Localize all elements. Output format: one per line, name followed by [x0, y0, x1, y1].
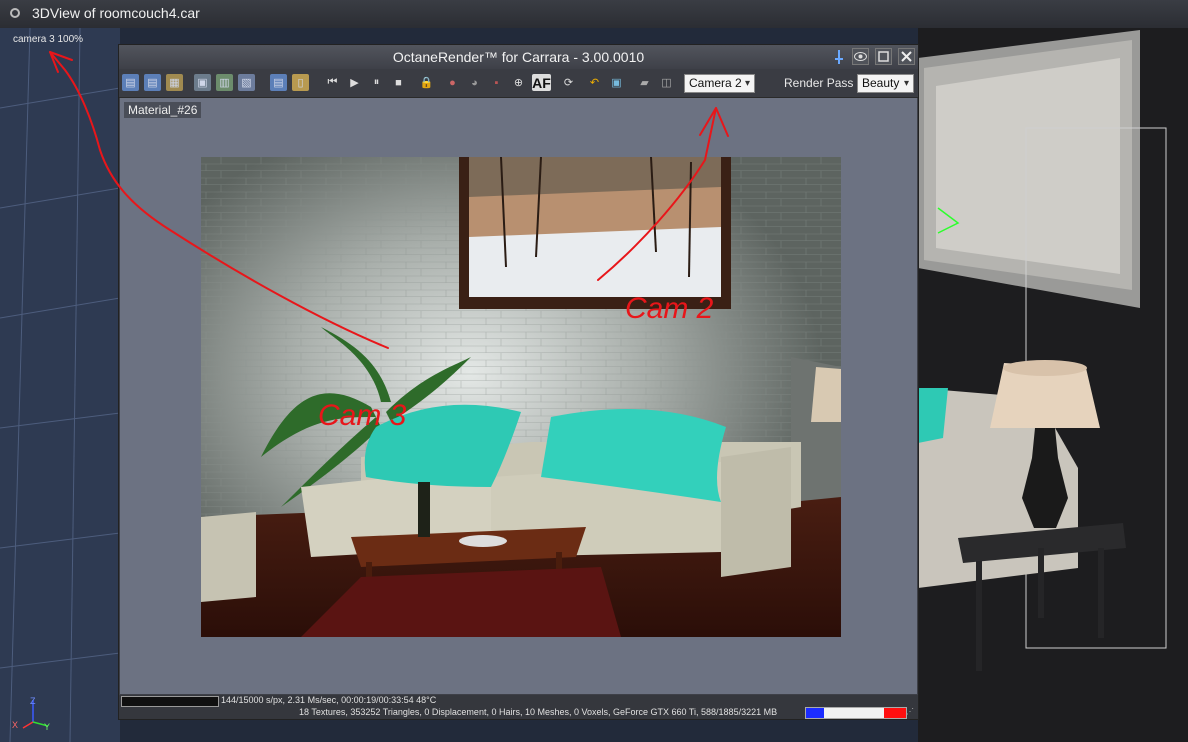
maximize-icon [878, 51, 889, 62]
scene-preview [918, 28, 1188, 742]
close-icon [901, 51, 912, 62]
chevron-down-icon: ▾ [744, 78, 750, 89]
window-menu-icon[interactable] [10, 8, 20, 18]
copy-icon[interactable]: ▣ [194, 74, 211, 91]
import-icon[interactable]: ▥ [216, 74, 233, 91]
settings-panel-icon[interactable]: ▤ [270, 74, 287, 91]
camera-select[interactable]: Camera 2 ▾ [684, 74, 755, 93]
camera-view-label: camera 3 100% [13, 34, 84, 45]
axis-z-label: Z [30, 696, 36, 706]
folder-icon[interactable]: ▦ [166, 74, 183, 91]
outer-window-title: 3DView of roomcouch4.car [32, 5, 200, 21]
chevron-down-icon: ▾ [903, 78, 909, 89]
region-icon[interactable]: ▪ [488, 74, 505, 91]
play-icon[interactable]: ▶ [346, 74, 363, 91]
left-3d-view[interactable]: camera 3 100% Z X Y [0, 28, 120, 742]
render-pass-label: Render Pass [784, 76, 854, 90]
grid-floor [0, 28, 120, 742]
autofocus-button[interactable]: AF [532, 74, 551, 91]
rewind-icon[interactable]: ⏮ [324, 74, 341, 91]
resize-grip-icon[interactable]: ⋰ [906, 707, 916, 717]
axis-y-label: Y [44, 722, 51, 732]
eye-icon [854, 52, 867, 61]
pin-icon[interactable] [832, 49, 846, 65]
scene-stats: 18 Textures, 353252 Triangles, 0 Displac… [299, 707, 778, 717]
material-label: Material_#26 [124, 102, 202, 118]
gpu-memory-bar [805, 707, 907, 719]
sphere-icon[interactable]: ● [444, 74, 461, 91]
pause-icon[interactable]: ⏸ [368, 74, 385, 91]
octane-toolbar: ▤ ▤ ▦ ▣ ▥ ▧ ▤ ▯ ⏮ ▶ ⏸ ■ 🔒 ● ◕ ▪ ⊕ AF ⟳ ↶… [119, 69, 918, 98]
render-pass-select[interactable]: Beauty ▾ [857, 74, 914, 93]
octane-render-window[interactable]: OctaneRender™ for Carrara - 3.00.0010 ▤ … [118, 44, 919, 720]
stop-icon[interactable]: ■ [390, 74, 407, 91]
picture-icon[interactable]: ▣ [608, 74, 625, 91]
camera-select-value: Camera 2 [689, 76, 742, 90]
axis-x-label: X [12, 720, 19, 730]
outer-window-titlebar: 3DView of roomcouch4.car [0, 0, 1188, 29]
orbit-icon[interactable]: ◕ [466, 74, 483, 91]
status-bar: 144/15000 s/px, 2.31 Ms/sec, 00:00:19/00… [119, 695, 918, 719]
camera-icon[interactable]: ▰ [636, 74, 653, 91]
crosshair-icon[interactable]: ⊕ [510, 74, 527, 91]
render-stats: 144/15000 s/px, 2.31 Ms/sec, 00:00:19/00… [221, 695, 437, 705]
render-progress-bar [121, 696, 219, 707]
render-canvas[interactable]: Material_#26 [120, 98, 917, 694]
lock-icon[interactable]: 🔒 [418, 74, 435, 91]
close-button[interactable] [898, 48, 915, 65]
export-mesh-icon[interactable]: ▤ [144, 74, 161, 91]
book-icon[interactable]: ▯ [292, 74, 309, 91]
undo-icon[interactable]: ↶ [586, 74, 603, 91]
export-scene-icon[interactable]: ▤ [122, 74, 139, 91]
render-image [201, 157, 841, 637]
right-3d-view[interactable] [918, 28, 1188, 742]
refresh-icon[interactable]: ⟳ [560, 74, 577, 91]
layers-icon[interactable]: ▧ [238, 74, 255, 91]
octane-titlebar[interactable]: OctaneRender™ for Carrara - 3.00.0010 [119, 45, 918, 69]
eye-button[interactable] [852, 48, 869, 65]
camera-swap-icon[interactable]: ◫ [658, 74, 675, 91]
maximize-button[interactable] [875, 48, 892, 65]
room-render-illustration [201, 157, 841, 637]
render-pass-select-value: Beauty [862, 76, 900, 90]
octane-title: OctaneRender™ for Carrara - 3.00.0010 [392, 49, 645, 65]
axis-gizmo-icon [22, 700, 49, 729]
